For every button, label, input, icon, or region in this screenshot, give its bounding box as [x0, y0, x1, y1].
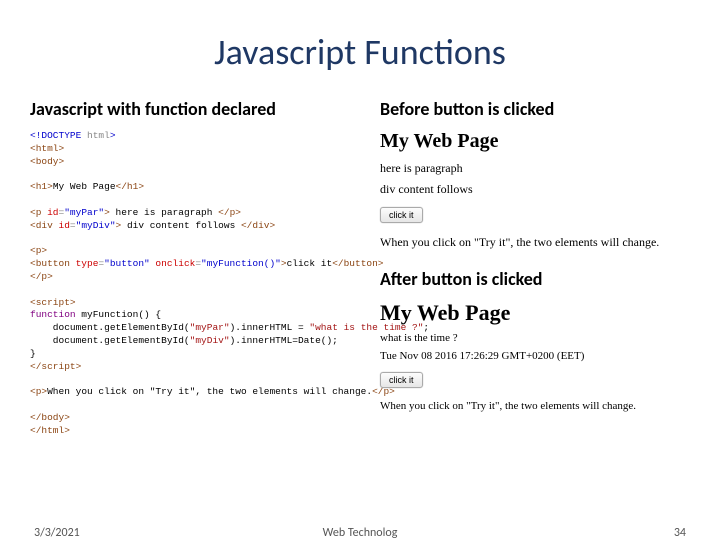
code-token: > — [110, 130, 116, 141]
preview-text: div content follows — [380, 182, 690, 197]
code-token: > — [104, 207, 115, 218]
code-token: <!DOCTYPE — [30, 130, 87, 141]
footer-center: Web Technolog — [323, 526, 398, 540]
code-token: </html> — [30, 425, 70, 436]
code-token: ).innerHTML=Date(); — [230, 335, 338, 346]
preview-text: When you click on "Try it", the two elem… — [380, 400, 690, 412]
left-column: Javascript with function declared <!DOCT… — [30, 98, 360, 438]
code-token: div content follows — [127, 220, 241, 231]
code-token: here is paragraph — [116, 207, 219, 218]
after-heading: After button is clicked — [380, 268, 690, 290]
code-token: > — [116, 220, 127, 231]
code-token: type — [76, 258, 99, 269]
code-token: document.getElementById( — [30, 335, 190, 346]
code-token: function — [30, 309, 76, 320]
code-token: "button" — [104, 258, 150, 269]
code-listing: <!DOCTYPE html> <html> <body> <h1>My Web… — [30, 130, 360, 438]
code-token: </p> — [218, 207, 241, 218]
code-token: <script> — [30, 297, 76, 308]
code-token: <body> — [30, 156, 64, 167]
code-token: When you click on "Try it", the two elem… — [47, 386, 372, 397]
code-token: <html> — [30, 143, 64, 154]
code-token: "myPar" — [190, 322, 230, 333]
code-token: </script> — [30, 361, 81, 372]
code-token: </p> — [30, 271, 53, 282]
code-token: document.getElementById( — [30, 322, 190, 333]
preview-before: My Web Page here is paragraph div conten… — [380, 130, 690, 250]
code-token: <h1> — [30, 181, 53, 192]
code-token: onclick — [150, 258, 196, 269]
slide-title: Javascript Functions — [30, 30, 690, 74]
code-token: id — [47, 207, 58, 218]
left-heading: Javascript with function declared — [30, 98, 360, 120]
preview-h1: My Web Page — [380, 300, 690, 326]
code-token: My Web Page — [53, 181, 116, 192]
preview-h1: My Web Page — [380, 130, 690, 153]
content-columns: Javascript with function declared <!DOCT… — [30, 98, 690, 438]
footer-page-number: 34 — [674, 526, 686, 540]
preview-text: here is paragraph — [380, 161, 690, 176]
right-column: Before button is clicked My Web Page her… — [380, 98, 690, 438]
preview-button: click it — [380, 207, 423, 223]
code-token: <p> — [30, 245, 47, 256]
code-token: } — [30, 348, 36, 359]
code-token: <button — [30, 258, 76, 269]
preview-after: My Web Page what is the time ? Tue Nov 0… — [380, 300, 690, 412]
code-token: "myFunction()" — [201, 258, 281, 269]
code-token: "myDiv" — [190, 335, 230, 346]
code-token: </button> — [332, 258, 383, 269]
footer-date: 3/3/2021 — [34, 526, 80, 540]
code-token: ).innerHTML = — [230, 322, 310, 333]
preview-text: Tue Nov 08 2016 17:26:29 GMT+0200 (EET) — [380, 350, 690, 362]
code-token: </body> — [30, 412, 70, 423]
preview-button: click it — [380, 372, 423, 388]
code-token: <div — [30, 220, 59, 231]
code-token: html — [87, 130, 110, 141]
code-token: id — [59, 220, 70, 231]
code-token: click it — [287, 258, 333, 269]
code-token: "myPar" — [64, 207, 104, 218]
before-heading: Before button is clicked — [380, 98, 690, 120]
code-token: "myDiv" — [76, 220, 116, 231]
code-token: <p> — [30, 386, 47, 397]
code-token: </h1> — [116, 181, 145, 192]
code-token: <p — [30, 207, 47, 218]
code-token: </div> — [241, 220, 275, 231]
slide: Javascript Functions Javascript with fun… — [0, 0, 720, 540]
preview-text: When you click on "Try it", the two elem… — [380, 235, 690, 250]
preview-text: what is the time ? — [380, 332, 690, 344]
code-token: myFunction() { — [76, 309, 162, 320]
